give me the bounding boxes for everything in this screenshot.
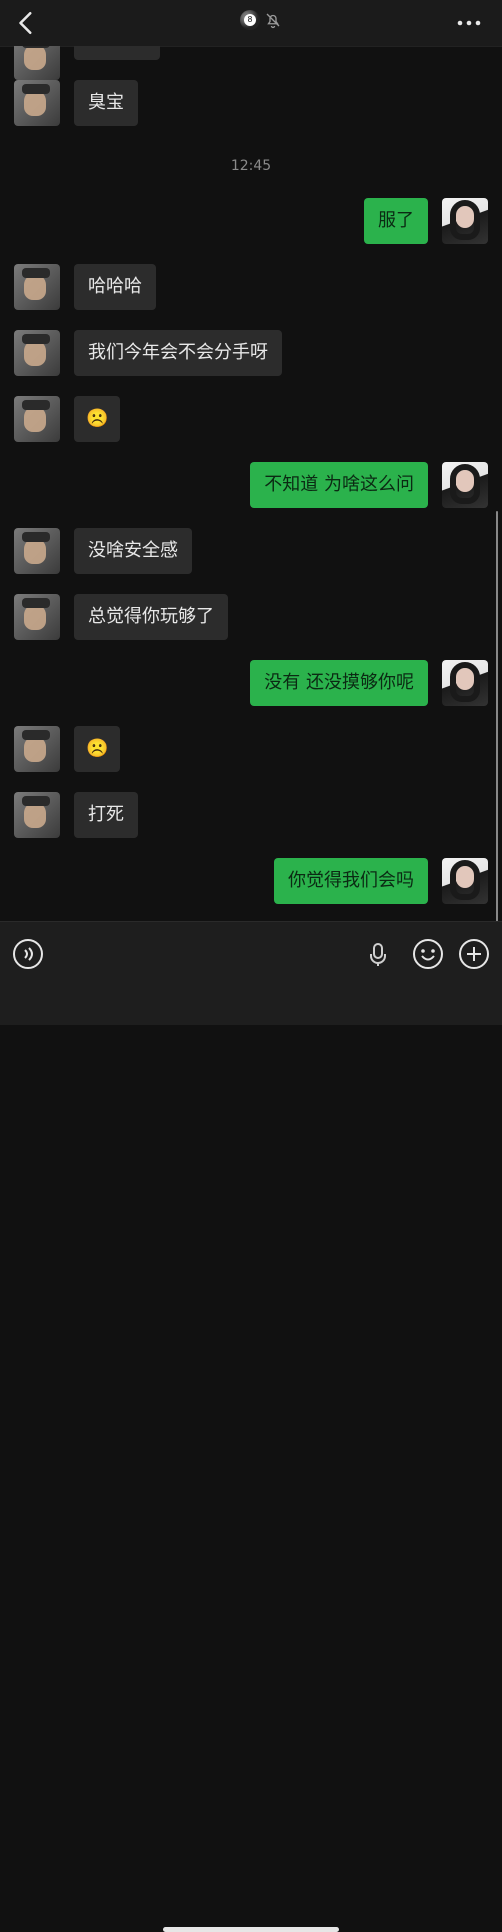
contact-avatar[interactable] — [14, 264, 60, 310]
contact-avatar[interactable] — [14, 396, 60, 442]
more-dots-icon[interactable] — [454, 12, 484, 34]
contact-avatar[interactable] — [14, 726, 60, 772]
input-bar — [0, 921, 502, 1932]
contact-avatar[interactable] — [14, 330, 60, 376]
message-bubble[interactable]: 没啥安全感 — [74, 528, 192, 574]
message-bubble[interactable]: 我们今年会不会分手呀 — [74, 330, 282, 376]
voice-mode-icon[interactable] — [12, 938, 44, 970]
back-arrow-icon[interactable] — [14, 10, 40, 36]
microphone-icon[interactable] — [362, 938, 394, 970]
my-avatar[interactable] — [442, 660, 488, 706]
contact-avatar[interactable] — [14, 46, 60, 80]
8-ball-avatar-icon: 8 — [240, 10, 260, 30]
message-bubble[interactable] — [74, 46, 160, 60]
message-bubble[interactable]: ☹️ — [74, 726, 121, 772]
message-bubble[interactable]: 哈哈哈 — [74, 264, 156, 310]
ball-number: 8 — [244, 14, 256, 26]
message-bubble[interactable]: 不知道 为啥这么问 — [250, 462, 428, 508]
scrollbar[interactable] — [496, 511, 498, 921]
message-bubble[interactable]: ☹️ — [74, 396, 121, 442]
message-bubble[interactable]: 你觉得我们会吗 — [274, 858, 428, 904]
my-avatar[interactable] — [442, 858, 488, 904]
message-bubble[interactable]: 总觉得你玩够了 — [74, 594, 228, 640]
plus-icon[interactable] — [458, 938, 490, 970]
chat-title-area: 8 — [240, 10, 282, 30]
contact-avatar[interactable] — [14, 80, 60, 126]
my-avatar[interactable] — [442, 462, 488, 508]
chat-header: 8 — [0, 0, 502, 47]
timestamp: 12:45 — [230, 158, 272, 174]
contact-avatar[interactable] — [14, 792, 60, 838]
contact-avatar[interactable] — [14, 528, 60, 574]
message-bubble[interactable]: 打死 — [74, 792, 138, 838]
message-bubble[interactable]: 服了 — [364, 198, 428, 244]
contact-avatar[interactable] — [14, 594, 60, 640]
my-avatar[interactable] — [442, 198, 488, 244]
emoji-icon[interactable] — [412, 938, 444, 970]
message-bubble[interactable]: 臭宝 — [74, 80, 138, 126]
chat-area[interactable]: 臭宝 12:45 服了 哈哈哈 我们今年会不会分手呀 ☹️ 不知道 为啥这么问 … — [0, 46, 502, 921]
home-indicator[interactable] — [163, 1927, 339, 1932]
message-bubble[interactable]: 没有 还没摸够你呢 — [250, 660, 428, 706]
mute-bell-icon — [266, 13, 280, 29]
